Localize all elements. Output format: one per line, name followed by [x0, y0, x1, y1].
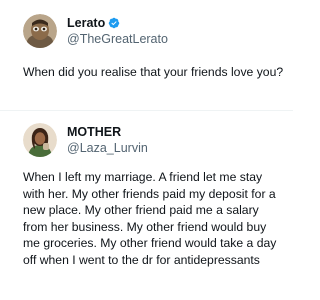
avatar-image — [23, 14, 57, 48]
tweet-header: Lerato @TheGreatLerato — [23, 14, 168, 48]
tweet-header: MOTHER @Laza_Lurvin — [23, 123, 148, 157]
display-name[interactable]: MOTHER — [67, 124, 121, 140]
avatar[interactable] — [23, 14, 57, 48]
tweet-text: When did you realise that your friends l… — [23, 65, 284, 79]
display-name[interactable]: Lerato — [67, 15, 105, 31]
tweet: MOTHER @Laza_Lurvin When I left my marri… — [0, 110, 293, 300]
handle[interactable]: @TheGreatLerato — [67, 31, 168, 47]
avatar[interactable] — [23, 123, 57, 157]
tweet-text: When I left my marriage. A friend let me… — [23, 170, 277, 267]
tweet: Lerato @TheGreatLerato When did you real… — [0, 0, 293, 110]
handle[interactable]: @Laza_Lurvin — [67, 140, 148, 156]
avatar-image — [23, 123, 57, 157]
verified-badge-icon — [108, 17, 120, 29]
